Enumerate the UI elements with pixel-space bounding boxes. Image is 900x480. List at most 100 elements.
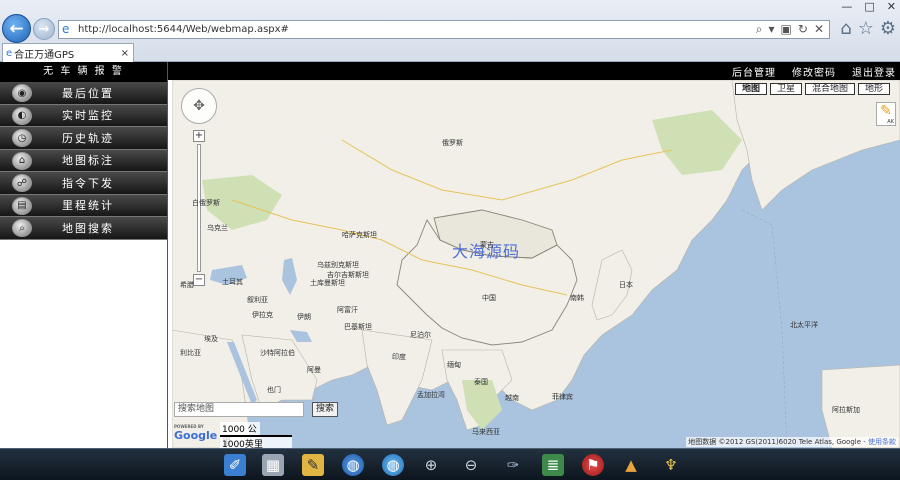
sidebar-item-map-search[interactable]: ⌕ 地图搜索 (0, 217, 167, 240)
favorites-icon[interactable]: ☆ (858, 18, 874, 39)
map-label: 阿曼 (307, 366, 321, 374)
tab-ie-icon: e (6, 47, 13, 59)
gear-icon[interactable]: ⚙ (880, 18, 896, 39)
zoom-slider[interactable] (197, 144, 201, 272)
compat-icon[interactable]: ▣ (781, 22, 792, 37)
map-label: 泰国 (474, 378, 488, 386)
bottom-toolbar: ✐ ▦ ✎ ◍ ◍ ⊕ ⊖ ✑ ≣ ⚑ ▲ ♆ (0, 448, 900, 480)
sidebar-item-label: 实时监控 (62, 109, 114, 123)
location-icon: ◉ (12, 84, 32, 102)
sidebar-item-command[interactable]: ☍ 指令下发 (0, 172, 167, 195)
pegman-label: AK (887, 119, 894, 125)
globe-icon[interactable]: ◍ (342, 454, 364, 476)
browser-chrome: ← → e http://localhost:5644/Web/webmap.a… (0, 0, 900, 62)
mileage-icon: ▤ (12, 196, 32, 215)
map-label: 中国 (482, 294, 496, 302)
map-label: 日本 (619, 281, 633, 289)
map-label: 也门 (267, 386, 281, 394)
globe2-icon[interactable]: ◍ (382, 454, 404, 476)
map-search-button[interactable]: 搜索 (312, 402, 338, 417)
zoom-in-button[interactable]: + (193, 130, 205, 142)
google-wordmark: Google (174, 429, 218, 442)
map-search-input[interactable]: 搜索地图 (174, 402, 304, 417)
search-icon[interactable]: ⌕ (756, 22, 763, 37)
sidebar-item-last-position[interactable]: ◉ 最后位置 (0, 82, 167, 105)
map-label: 南韩 (570, 294, 584, 302)
map-label: 印度 (392, 353, 406, 361)
sidebar-item-mileage[interactable]: ▤ 里程统计 (0, 194, 167, 217)
map-label: 白俄罗斯 (192, 199, 220, 207)
map-label: 乌兹别克斯坦 (317, 261, 359, 269)
change-password-link[interactable]: 修改密码 (792, 64, 836, 79)
map-canvas[interactable]: 地图 卫星 混合地图 地形 ✥ + − ✎ AK 大海源码 俄罗斯 中国 蒙古 … (172, 80, 900, 448)
window-controls: — □ ✕ (841, 0, 896, 13)
url-text[interactable]: http://localhost:5644/Web/webmap.aspx# (78, 24, 756, 35)
sidebar-item-map-marker[interactable]: ⌂ 地图标注 (0, 149, 167, 172)
notes-icon[interactable]: ✎ (302, 454, 324, 476)
refresh-icon[interactable]: ↻ (798, 22, 808, 37)
map-label: 土耳其 (222, 278, 243, 286)
sidebar-item-label: 地图标注 (62, 154, 114, 168)
map-type-selector: 地图 卫星 混合地图 地形 (734, 83, 890, 95)
map-label: 缅甸 (447, 361, 461, 369)
warning-icon[interactable]: ▲ (620, 454, 642, 476)
terms-link[interactable]: 使用条款 (868, 438, 896, 446)
zoom-out-button[interactable]: − (193, 274, 205, 286)
ie-toolbar: ⌂ ☆ ⚙ (840, 18, 896, 39)
dropdown-icon[interactable]: ▾ (769, 22, 775, 37)
address-bar[interactable]: e http://localhost:5644/Web/webmap.aspx#… (58, 20, 830, 39)
alarm-status: 无 车 辆 报 警 (0, 62, 167, 82)
scale-mi: 1000英里 (220, 435, 292, 448)
home-icon[interactable]: ⌂ (840, 18, 851, 39)
monitor-icon: ◐ (12, 106, 32, 125)
back-button[interactable]: ← (2, 14, 31, 43)
close-window-button[interactable]: ✕ (887, 0, 896, 13)
map-label: 菲律宾 (552, 393, 573, 401)
stop-icon[interactable]: ✕ (814, 22, 824, 37)
map-label: 乌克兰 (207, 224, 228, 232)
browser-tab[interactable]: e 合正万通GPS × (2, 43, 134, 62)
flag-icon[interactable]: ⚑ (582, 454, 604, 476)
map-label: 马来西亚 (472, 428, 500, 436)
ie-icon: e (62, 22, 70, 36)
pan-control[interactable]: ✥ (181, 88, 217, 124)
layers-icon[interactable]: ≣ (542, 454, 564, 476)
map-label: 希腊 (180, 281, 194, 289)
map-label: 叙利亚 (247, 296, 268, 304)
forward-button[interactable]: → (33, 18, 55, 40)
draw-icon[interactable]: ✑ (502, 454, 524, 476)
map-label: 越南 (505, 394, 519, 402)
zoom-out-icon[interactable]: ⊖ (460, 454, 482, 476)
history-icon: ◷ (12, 129, 32, 147)
sidebar: 无 车 辆 报 警 ◉ 最后位置 ◐ 实时监控 ◷ 历史轨迹 ⌂ 地图标注 ☍ … (0, 62, 168, 448)
map-label: 土库曼斯坦 (310, 279, 345, 287)
google-logo: POWERED BY Google (174, 424, 218, 446)
minimize-button[interactable]: — (841, 0, 852, 13)
admin-link[interactable]: 后台管理 (732, 64, 776, 79)
map-label: 蒙古 (480, 241, 494, 249)
tab-close-icon[interactable]: × (121, 48, 129, 59)
map-type-satellite[interactable]: 卫星 (769, 83, 802, 95)
zoom-in-icon[interactable]: ⊕ (420, 454, 442, 476)
maximize-button[interactable]: □ (864, 0, 874, 13)
map-label: 阿富汗 (337, 306, 358, 314)
map-label: 伊拉克 (252, 311, 273, 319)
broom-icon[interactable]: ♆ (660, 454, 682, 476)
map-label: 巴基斯坦 (344, 323, 372, 331)
command-icon: ☍ (12, 174, 32, 192)
sidebar-item-history-track[interactable]: ◷ 历史轨迹 (0, 127, 167, 150)
map-type-map[interactable]: 地图 (734, 83, 767, 95)
map-type-hybrid[interactable]: 混合地图 (804, 83, 855, 95)
sidebar-item-label: 历史轨迹 (62, 131, 114, 145)
map-search-icon: ⌕ (12, 219, 32, 237)
map-label: 沙特阿拉伯 (260, 349, 295, 357)
sidebar-item-label: 指令下发 (62, 176, 114, 190)
map-label: 阿拉斯加 (832, 406, 860, 414)
ruler-icon[interactable]: ✐ (224, 454, 246, 476)
map-marker-icon: ⌂ (12, 151, 32, 170)
map-type-terrain[interactable]: 地形 (857, 83, 890, 95)
logout-link[interactable]: 退出登录 (852, 64, 896, 79)
image-icon[interactable]: ▦ (262, 454, 284, 476)
sidebar-item-realtime-monitor[interactable]: ◐ 实时监控 (0, 104, 167, 127)
top-links-bar: 后台管理 修改密码 退出登录 (168, 62, 900, 80)
